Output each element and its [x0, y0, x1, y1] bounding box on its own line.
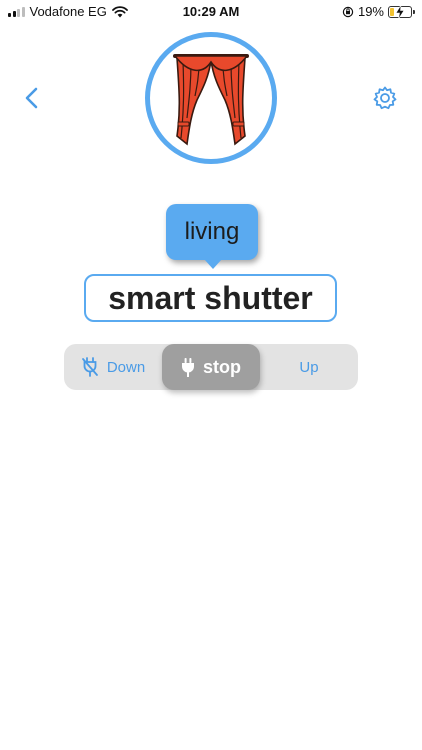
up-button[interactable]: Up [260, 344, 358, 390]
orientation-lock-icon [342, 6, 354, 17]
status-bar: Vodafone EG 10:29 AM 19% [0, 0, 422, 24]
charging-bolt-icon [395, 4, 405, 19]
unplugged-icon [81, 357, 98, 377]
stop-label: stop [203, 356, 241, 377]
plug-icon [182, 358, 194, 377]
status-right: 19% [342, 4, 415, 19]
down-label: Down [106, 358, 146, 376]
chevron-left-icon [25, 87, 38, 109]
device-image [145, 32, 277, 164]
device-name: smart shutter [108, 279, 313, 316]
shutter-control: Down stop Up [64, 344, 358, 390]
up-label: Up [299, 358, 319, 376]
down-button[interactable]: Down [64, 344, 162, 390]
room-label: living [184, 218, 240, 245]
settings-button[interactable] [372, 85, 398, 111]
battery-fill [390, 7, 394, 16]
curtain-icon [173, 54, 249, 146]
battery-icon [388, 4, 415, 19]
room-label-bubble[interactable]: living [166, 204, 258, 269]
device-name-field[interactable]: smart shutter [84, 274, 337, 322]
gear-icon [373, 86, 397, 110]
battery-percent: 19% [357, 4, 384, 19]
stop-button[interactable]: stop [162, 344, 260, 390]
back-button[interactable] [20, 86, 44, 110]
